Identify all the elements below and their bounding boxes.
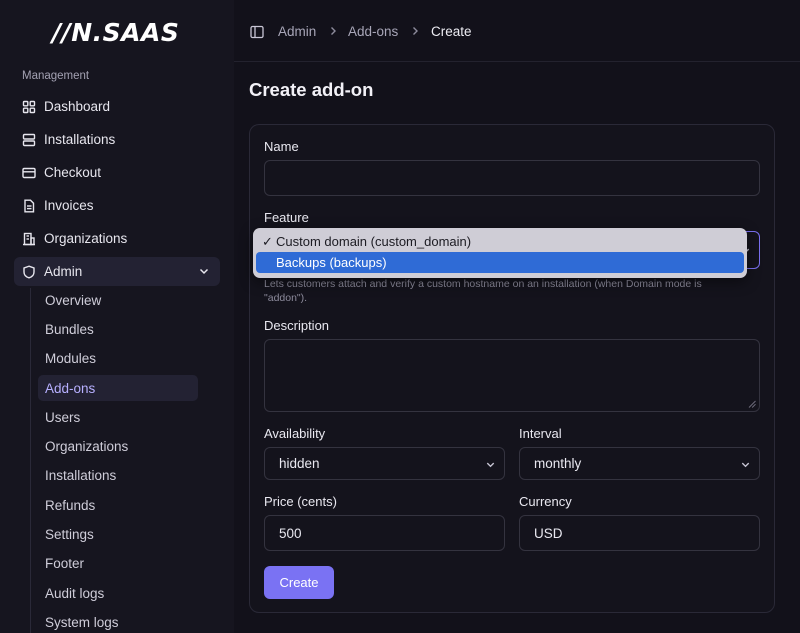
shield-icon — [22, 264, 36, 279]
credit-card-icon — [22, 166, 36, 180]
interval-label: Interval — [519, 426, 562, 441]
create-button[interactable]: Create — [264, 566, 334, 599]
chevron-down-icon[interactable] — [198, 265, 210, 277]
page-title: Create add-on — [249, 79, 374, 100]
feature-option-label: Custom domain (custom_domain) — [276, 234, 472, 249]
sidebar-item-invoices[interactable]: Invoices — [14, 191, 220, 220]
sidebar-subitem-system-logs[interactable]: System logs — [38, 609, 198, 633]
sidebar-item-label: Dashboard — [44, 99, 111, 114]
feature-hint-line-1: Lets customers attach and verify a custo… — [264, 278, 702, 290]
sidebar-subitem-overview[interactable]: Overview — [38, 287, 198, 313]
sidebar: //N.SAAS Management Dashboard Installati… — [0, 0, 234, 633]
app-logo[interactable]: //N.SAAS — [52, 18, 179, 47]
sidebar-subitem-refunds[interactable]: Refunds — [38, 492, 198, 518]
chevron-right-icon — [413, 27, 418, 35]
feature-option-backups[interactable]: Backups (backups) — [256, 252, 744, 273]
price-label: Price (cents) — [264, 494, 337, 509]
checkmark-icon: ✓ — [262, 233, 273, 249]
availability-select[interactable]: hidden — [264, 447, 505, 480]
submenu-guide-line — [30, 288, 31, 633]
sidebar-item-installations[interactable]: Installations — [14, 125, 220, 154]
sidebar-item-label: Invoices — [44, 198, 94, 213]
feature-hint-line-2: "addon"). — [264, 292, 308, 304]
chevron-down-icon — [486, 462, 495, 468]
feature-option-label: Backups (backups) — [276, 255, 387, 270]
availability-label: Availability — [264, 426, 326, 441]
sidebar-subitem-users[interactable]: Users — [38, 404, 198, 430]
sidebar-item-organizations[interactable]: Organizations — [14, 224, 220, 253]
sidebar-item-label: Organizations — [44, 231, 128, 246]
breadcrumb-create: Create — [431, 24, 472, 39]
building-icon — [22, 232, 36, 246]
top-bar — [234, 0, 800, 62]
feature-dropdown-menu: ✓ Custom domain (custom_domain) Backups … — [253, 228, 747, 278]
chevron-right-icon — [331, 27, 336, 35]
sidebar-subitem-footer[interactable]: Footer — [38, 550, 198, 576]
document-icon — [22, 199, 36, 213]
description-textarea[interactable] — [264, 339, 760, 412]
sidebar-item-admin[interactable]: Admin — [14, 257, 220, 286]
breadcrumb-admin[interactable]: Admin — [278, 24, 316, 39]
availability-value: hidden — [279, 456, 320, 471]
sidebar-item-label: Installations — [44, 132, 116, 147]
sidebar-item-dashboard[interactable]: Dashboard — [14, 92, 220, 121]
interval-value: monthly — [534, 456, 582, 471]
grid-icon — [22, 100, 36, 114]
sidebar-subitem-modules[interactable]: Modules — [38, 345, 198, 371]
sidebar-item-label: Admin — [44, 264, 83, 279]
sidebar-subitem-audit-logs[interactable]: Audit logs — [38, 580, 198, 606]
sidebar-item-label: Checkout — [44, 165, 102, 180]
name-input[interactable] — [264, 160, 760, 196]
sidebar-section-label: Management — [22, 70, 90, 82]
sidebar-toggle-icon[interactable] — [250, 25, 264, 39]
currency-label: Currency — [519, 494, 572, 509]
sidebar-subitem-settings[interactable]: Settings — [38, 521, 198, 547]
server-icon — [22, 133, 36, 147]
breadcrumb-add-ons[interactable]: Add-ons — [348, 24, 398, 39]
sidebar-subitem-installations[interactable]: Installations — [38, 462, 198, 488]
name-label: Name — [264, 139, 299, 154]
sidebar-subitem-bundles[interactable]: Bundles — [38, 316, 198, 342]
currency-input[interactable]: USD — [519, 515, 760, 551]
interval-select[interactable]: monthly — [519, 447, 760, 480]
feature-label: Feature — [264, 210, 309, 225]
price-input[interactable]: 500 — [264, 515, 505, 551]
sidebar-subitem-organizations[interactable]: Organizations — [38, 433, 198, 459]
feature-option-custom-domain[interactable]: ✓ Custom domain (custom_domain) — [256, 231, 744, 252]
chevron-down-icon — [741, 462, 750, 468]
description-label: Description — [264, 318, 330, 333]
sidebar-subitem-add-ons[interactable]: Add-ons — [38, 375, 198, 401]
sidebar-item-checkout[interactable]: Checkout — [14, 158, 220, 187]
resize-grip-icon[interactable] — [748, 400, 756, 408]
